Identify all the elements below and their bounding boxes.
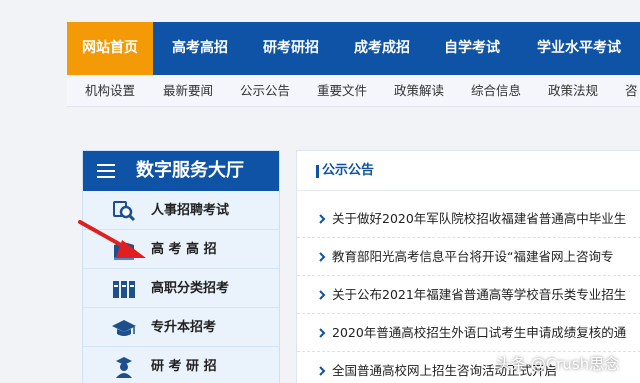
list-item[interactable]: 关于做好2020年军队院校招收福建省普通高中毕业生 (297, 200, 640, 238)
chevron-right-icon (319, 290, 326, 300)
subnav-fagui[interactable]: 政策法规 (548, 75, 598, 107)
subnav-zixun[interactable]: 咨 (625, 75, 638, 107)
chevron-right-icon (319, 214, 326, 224)
nav-zixue[interactable]: 自学考试 (434, 22, 510, 75)
subnav-jiedu[interactable]: 政策解读 (394, 75, 444, 107)
service-header: 数字服务大厅 (83, 151, 279, 191)
notice-title[interactable]: 公示公告 (322, 151, 374, 191)
nav-gaokao[interactable]: 高考高招 (162, 22, 238, 75)
nav-chengkao[interactable]: 成考成招 (344, 22, 420, 75)
subnav-wenjian[interactable]: 重要文件 (317, 75, 367, 107)
subnav-gonggao[interactable]: 公示公告 (240, 75, 290, 107)
service-item-yankao[interactable]: 研 考 研 招 (83, 347, 279, 383)
subnav-yaowen[interactable]: 最新要闻 (163, 75, 213, 107)
service-title: 数字服务大厅 (136, 160, 244, 181)
main-nav: 网站首页 高考高招 研考研招 成考成招 自学考试 学业水平考试 (67, 22, 640, 75)
title-accent-bar (316, 165, 319, 178)
notice-panel: 公示公告 关于做好2020年军队院校招收福建省普通高中毕业生 教育部阳光高考信息… (296, 150, 640, 383)
nav-xueye[interactable]: 学业水平考试 (528, 22, 630, 75)
graduation-cap-icon (112, 320, 136, 336)
service-item-label: 高职分类招考 (151, 281, 230, 296)
notice-link[interactable]: 教育部阳光高考信息平台将开设“福建省网上咨询专 (332, 238, 613, 275)
nav-home[interactable]: 网站首页 (67, 22, 153, 75)
search-person-icon (113, 201, 136, 222)
chevron-right-icon (319, 328, 326, 338)
notice-header: 公示公告 (297, 151, 640, 191)
service-item-zhuanshengben[interactable]: 专升本招考 (83, 308, 279, 347)
service-panel: 数字服务大厅 人事招聘考试 高 考 高 招 高职分类招考 专升本招考 研 考 研… (82, 150, 280, 383)
list-item[interactable]: 教育部阳光高考信息平台将开设“福建省网上咨询专 (297, 238, 640, 276)
subnav-jigou[interactable]: 机构设置 (85, 75, 135, 107)
service-item-label: 人事招聘考试 (151, 203, 230, 218)
chevron-right-icon (319, 366, 326, 376)
books-icon (113, 281, 135, 298)
red-pointer-arrow-icon (78, 220, 146, 258)
notice-link[interactable]: 关于公布2021年福建省普通高等学校音乐类专业招生 (332, 276, 626, 313)
menu-icon (97, 164, 115, 178)
nav-yankao[interactable]: 研考研招 (253, 22, 329, 75)
sub-nav: 机构设置 最新要闻 公示公告 重要文件 政策解读 综合信息 政策法规 咨 (67, 75, 640, 107)
service-item-gaozhi[interactable]: 高职分类招考 (83, 269, 279, 308)
list-item[interactable]: 2020年普通高校招生外语口试考生申请成绩复核的通 (297, 314, 640, 352)
list-item[interactable]: 关于公布2021年福建省普通高等学校音乐类专业招生 (297, 276, 640, 314)
service-item-label: 高 考 高 招 (151, 242, 217, 257)
subnav-zonghe[interactable]: 综合信息 (471, 75, 521, 107)
notice-link[interactable]: 关于做好2020年军队院校招收福建省普通高中毕业生 (332, 200, 626, 237)
service-item-label: 专升本招考 (151, 320, 217, 335)
chevron-right-icon (319, 252, 326, 262)
notice-link[interactable]: 2020年普通高校招生外语口试考生申请成绩复核的通 (332, 314, 626, 351)
service-item-label: 研 考 研 招 (151, 359, 217, 374)
watermark: 头条 @Crush思念 (496, 355, 620, 373)
graduate-icon (116, 357, 132, 378)
